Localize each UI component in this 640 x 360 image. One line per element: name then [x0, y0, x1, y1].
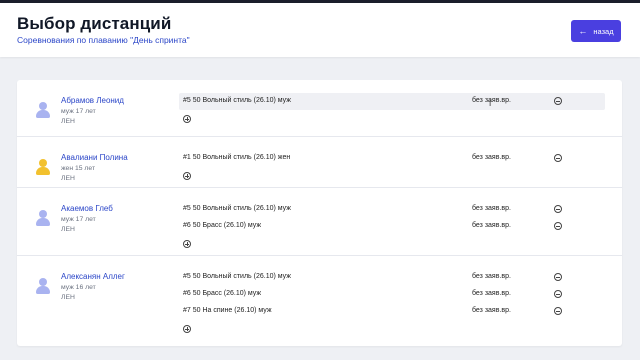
- remove-event-icon[interactable]: [554, 290, 562, 298]
- athlete-name-link[interactable]: Акаемов Глеб: [61, 204, 113, 213]
- entry-time-status: без заяв.вр.: [472, 307, 511, 314]
- athlete-gender-age: муж 16 лет: [61, 284, 96, 291]
- remove-event-icon[interactable]: [554, 97, 562, 105]
- athlete-club: ЛЕН: [61, 294, 75, 301]
- athlete-gender-age: жен 15 лет: [61, 165, 96, 172]
- entry-time-status: без заяв.вр.: [472, 205, 511, 212]
- back-button[interactable]: ← назад: [571, 20, 621, 42]
- entry-time-status: без заяв.вр.: [472, 273, 511, 280]
- athlete-name-link[interactable]: Алексанян Аллег: [61, 272, 125, 281]
- entry-time-status: без заяв.вр.: [472, 290, 511, 297]
- athlete-club: ЛЕН: [61, 175, 75, 182]
- remove-event-icon[interactable]: [554, 222, 562, 230]
- entry-time-status: без заяв.вр.: [472, 97, 511, 104]
- event-name: #6 50 Брасс (26.10) муж: [183, 222, 262, 229]
- arrow-left-icon: ←: [578, 25, 588, 36]
- event-row: #7 50 На спине (26.10) муж без заяв.вр.: [179, 303, 605, 320]
- user-avatar-icon: [36, 278, 50, 294]
- remove-event-icon[interactable]: [554, 205, 562, 213]
- athlete-gender-age: муж 17 лет: [61, 108, 96, 115]
- remove-event-icon[interactable]: [554, 307, 562, 315]
- entry-time-status: без заяв.вр.: [472, 222, 511, 229]
- event-list: #5 50 Вольный стиль (26.10) муж без заяв.…: [179, 269, 605, 333]
- event-list: #1 50 Вольный стиль (26.10) жен без заяв.…: [179, 150, 605, 180]
- competition-subtitle: Соревнования по плаванию "День спринта": [17, 35, 190, 45]
- event-name: #5 50 Вольный стиль (26.10) муж: [183, 205, 291, 212]
- athlete-row: Акаемов Глеб муж 17 лет ЛЕН #5 50 Вольный с…: [17, 188, 622, 256]
- event-row: #5 50 Вольный стиль (26.10) муж без заяв.…: [179, 269, 605, 286]
- athlete-row: Авалиани Полина жен 15 лет ЛЕН #1 50 Вольны…: [17, 137, 622, 188]
- event-row: #5 50 Вольный стиль (26.10) муж без заяв.…: [179, 201, 605, 218]
- remove-event-icon[interactable]: [554, 154, 562, 162]
- athlete-row: Абрамов Леонид муж 17 лет ЛЕН #5 50 Вольный…: [17, 80, 622, 137]
- event-row: #5 50 Вольный стиль (26.10) муж без заяв.…: [179, 93, 605, 110]
- athlete-club: ЛЕН: [61, 118, 75, 125]
- user-avatar-icon: [36, 102, 50, 118]
- add-event-icon[interactable]: [183, 325, 191, 333]
- user-avatar-icon: [36, 210, 50, 226]
- event-list: #5 50 Вольный стиль (26.10) муж без заяв.…: [179, 201, 605, 248]
- event-name: #7 50 На спине (26.10) муж: [183, 307, 272, 314]
- user-avatar-icon: [36, 159, 50, 175]
- event-list: #5 50 Вольный стиль (26.10) муж без заяв.…: [179, 93, 605, 123]
- event-name: #5 50 Вольный стиль (26.10) муж: [183, 273, 291, 280]
- athlete-gender-age: муж 17 лет: [61, 216, 96, 223]
- back-button-label: назад: [593, 26, 614, 36]
- event-name: #5 50 Вольный стиль (26.10) муж: [183, 97, 291, 104]
- text-cursor-icon: I: [489, 99, 492, 108]
- athlete-name-link[interactable]: Абрамов Леонид: [61, 96, 124, 105]
- remove-event-icon[interactable]: [554, 273, 562, 281]
- athlete-name-link[interactable]: Авалиани Полина: [61, 153, 128, 162]
- event-name: #1 50 Вольный стиль (26.10) жен: [183, 154, 291, 161]
- event-row: #6 50 Брасс (26.10) муж без заяв.вр.: [179, 286, 605, 303]
- athlete-club: ЛЕН: [61, 226, 75, 233]
- add-event-icon[interactable]: [183, 115, 191, 123]
- event-name: #6 50 Брасс (26.10) муж: [183, 290, 262, 297]
- add-event-icon[interactable]: [183, 240, 191, 248]
- athletes-card: Абрамов Леонид муж 17 лет ЛЕН #5 50 Вольный…: [17, 80, 622, 346]
- entry-time-status: без заяв.вр.: [472, 154, 511, 161]
- athlete-row: Алексанян Аллег муж 16 лет ЛЕН #5 50 Вольны…: [17, 256, 622, 346]
- event-row: #6 50 Брасс (26.10) муж без заяв.вр.: [179, 218, 605, 235]
- page-header: Выбор дистанций Соревнования по плаванию…: [0, 3, 640, 57]
- page-title: Выбор дистанций: [17, 14, 172, 33]
- event-row: #1 50 Вольный стиль (26.10) жен без заяв.…: [179, 150, 605, 167]
- add-event-icon[interactable]: [183, 172, 191, 180]
